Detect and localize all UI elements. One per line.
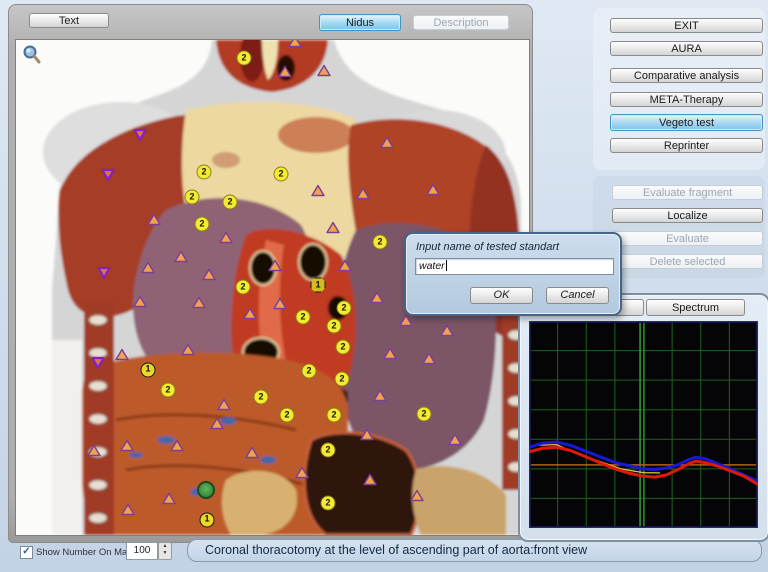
orange-triangle-marker[interactable] [448,433,462,451]
dark-yellow-hexagon-marker[interactable]: 1 [311,278,326,293]
meta-therapy-button[interactable]: META-Therapy [610,92,763,107]
spin-up-icon[interactable]: ▲ [159,543,171,550]
orange-triangle-marker[interactable] [219,231,233,249]
orange-triangle-marker[interactable] [338,259,352,277]
yellow-circle-marker[interactable]: 2 [321,443,336,458]
purple-triangle-marker[interactable] [91,356,105,374]
orange-triangle-marker[interactable] [115,348,129,366]
orange-triangle-marker[interactable] [422,352,436,370]
tab-description[interactable]: Description [413,15,509,30]
checkmark-icon: ✓ [22,546,30,557]
magnifier-icon[interactable] [22,44,42,64]
reprinter-button[interactable]: Reprinter [610,138,763,153]
orange-triangle-marker[interactable] [120,439,134,457]
delete-selected-button[interactable]: Delete selected [612,254,763,269]
purple-triangle-marker[interactable] [101,168,115,186]
orange-triangle-marker[interactable] [174,250,188,268]
orange-triangle-marker[interactable] [141,261,155,279]
aura-button[interactable]: AURA [610,41,763,56]
yellow-circle-marker[interactable]: 2 [417,407,432,422]
yellow-circle-marker[interactable]: 2 [336,340,351,355]
orange-triangle-marker[interactable] [440,324,454,342]
orange-triangle-marker[interactable] [288,39,302,53]
orange-triangle-marker[interactable] [268,259,282,277]
purple-triangle-marker[interactable] [97,266,111,284]
vegeto-test-button[interactable]: Vegeto test [610,114,763,131]
yellow-circle-marker[interactable]: 2 [321,496,336,511]
comparative-analysis-button[interactable]: Comparative analysis [610,68,763,83]
text-caret [446,260,447,271]
spectrum-tab-button[interactable]: Spectrum [646,299,745,316]
orange-triangle-marker[interactable] [245,446,259,464]
yellow-circle-black-border-marker[interactable]: 1 [200,513,215,528]
evaluate-fragment-button[interactable]: Evaluate fragment [612,185,763,200]
orange-triangle-marker[interactable] [317,64,331,82]
orange-triangle-marker[interactable] [217,398,231,416]
marker-size-value[interactable]: 100 [126,542,158,560]
status-bar: Coronal thoracotomy at the level of asce… [187,539,762,562]
input-standard-dialog: Input name of tested standart water OK C… [404,232,622,316]
yellow-circle-marker[interactable]: 2 [296,310,311,325]
orange-triangle-marker[interactable] [383,347,397,365]
app-root: { "top_tabs": [ {"label": "Text", "state… [0,0,768,572]
yellow-circle-marker[interactable]: 2 [237,51,252,66]
orange-triangle-marker[interactable] [356,187,370,205]
yellow-circle-marker[interactable]: 2 [337,301,352,316]
marker-size-stepper[interactable]: ▲ ▼ [158,542,172,560]
orange-triangle-marker[interactable] [192,296,206,314]
orange-triangle-marker[interactable] [311,184,325,202]
yellow-circle-marker[interactable]: 2 [274,167,289,182]
orange-triangle-marker[interactable] [202,268,216,286]
orange-triangle-marker[interactable] [243,307,257,325]
yellow-circle-marker[interactable]: 2 [195,217,210,232]
spin-down-icon[interactable]: ▼ [159,550,171,557]
orange-triangle-marker[interactable] [147,213,161,231]
orange-triangle-marker[interactable] [278,65,292,83]
orange-triangle-marker[interactable] [426,183,440,201]
orange-triangle-marker[interactable] [363,473,377,491]
tab-text[interactable]: Text [29,13,109,28]
yellow-circle-marker[interactable]: 2 [302,364,317,379]
yellow-circle-marker[interactable]: 2 [335,372,350,387]
yellow-circle-marker[interactable]: 2 [197,165,212,180]
orange-triangle-marker[interactable] [121,503,135,521]
exit-button[interactable]: EXIT [610,18,763,33]
yellow-circle-marker[interactable]: 2 [223,195,238,210]
yellow-circle-marker[interactable]: 2 [327,408,342,423]
evaluate-button[interactable]: Evaluate [612,231,763,246]
cancel-button[interactable]: Cancel [546,287,609,304]
show-number-checkbox[interactable]: ✓ [20,546,33,559]
orange-triangle-marker[interactable] [410,489,424,507]
ok-button[interactable]: OK [470,287,533,304]
orange-triangle-marker[interactable] [326,221,340,239]
standard-name-input[interactable]: water [415,258,614,275]
orange-triangle-marker[interactable] [87,444,101,462]
orange-triangle-marker[interactable] [210,417,224,435]
orange-triangle-marker[interactable] [181,343,195,361]
orange-triangle-marker[interactable] [399,314,413,332]
green-circle-marker[interactable] [197,481,215,499]
yellow-circle-marker[interactable]: 2 [373,235,388,250]
orange-triangle-marker[interactable] [162,492,176,510]
tab-nidus[interactable]: Nidus [319,14,401,31]
yellow-circle-marker[interactable]: 2 [236,280,251,295]
yellow-circle-marker[interactable]: 2 [254,390,269,405]
orange-triangle-marker[interactable] [373,389,387,407]
yellow-circle-marker[interactable]: 2 [161,383,176,398]
yellow-circle-marker[interactable]: 2 [327,319,342,334]
localize-button[interactable]: Localize [612,208,763,223]
dialog-title: Input name of tested standart [416,241,559,253]
orange-triangle-marker[interactable] [170,439,184,457]
orange-triangle-marker[interactable] [360,428,374,446]
yellow-circle-marker[interactable]: 2 [280,408,295,423]
orange-triangle-marker[interactable] [370,291,384,309]
spectrum-chart [529,321,758,528]
yellow-circle-black-border-marker[interactable]: 1 [141,363,156,378]
orange-triangle-marker[interactable] [273,297,287,315]
orange-triangle-marker[interactable] [295,466,309,484]
orange-triangle-marker[interactable] [133,295,147,313]
purple-triangle-marker[interactable] [133,128,147,146]
yellow-circle-marker[interactable]: 2 [185,190,200,205]
orange-triangle-marker[interactable] [380,136,394,154]
